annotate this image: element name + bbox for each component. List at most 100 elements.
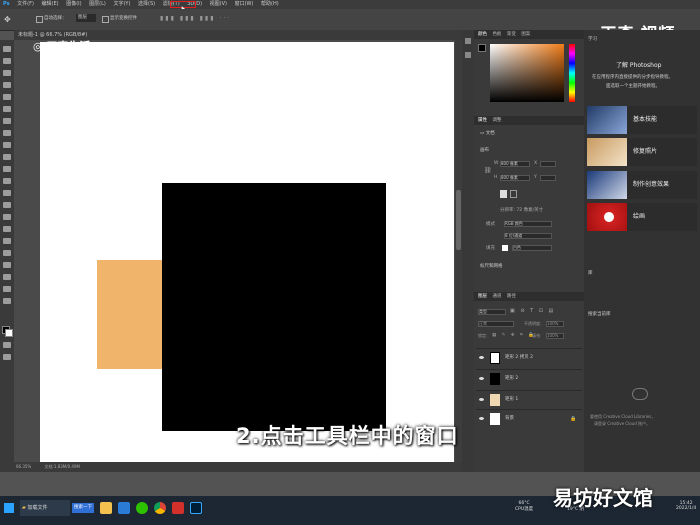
menu-help[interactable]: 帮助(H) [261,0,279,9]
bit-depth-dropdown[interactable]: 8 位/通道 [504,233,552,239]
eye-icon[interactable] [479,417,484,420]
menu-select[interactable]: 选择(S) [138,0,155,9]
layer-select-dropdown[interactable]: 图层 [76,14,96,22]
crop-tool-icon[interactable] [3,94,11,100]
learn-item-fix-photo[interactable]: 修复照片 [587,138,697,166]
tab-color[interactable]: 颜色 [478,32,487,37]
auto-select-checkbox[interactable] [36,16,43,23]
tab-patterns[interactable]: 图案 [521,32,530,37]
tab-adjustments[interactable]: 调整 [492,118,501,123]
windows-start-icon[interactable] [4,503,14,513]
tab-learn[interactable]: 学习 [588,36,597,42]
tab-libraries[interactable]: 库 [588,270,593,276]
mode-dropdown[interactable]: RGB 颜色 [504,221,552,227]
path-select-icon[interactable] [3,250,11,256]
hue-slider[interactable] [569,44,575,102]
tab-layers[interactable]: 图层 [478,294,487,299]
wps-icon[interactable] [172,502,184,514]
vertical-scrollbar[interactable] [455,40,462,472]
layer-row[interactable]: 矩形 2 拷贝 2 [476,348,582,367]
photoshop-taskbar-icon[interactable] [190,502,202,514]
history-brush-icon[interactable] [3,166,11,172]
library-search[interactable]: 搜索当前库 [588,311,611,317]
file-explorer-icon[interactable] [100,502,112,514]
menu-layer[interactable]: 图层(L) [89,0,106,9]
marquee-tool-icon[interactable] [3,58,11,64]
brush-tool-icon[interactable] [3,142,11,148]
zoom-tool-icon[interactable] [3,286,11,292]
menu-image[interactable]: 图像(I) [66,0,81,9]
opacity-field[interactable]: 100% [546,321,564,327]
lock-icons[interactable]: ▦ ✎ ✥ ⌗ 🔒 [492,332,536,338]
magic-wand-icon[interactable] [3,82,11,88]
blend-mode-dropdown[interactable]: 正常 [478,321,514,327]
adjustments-panel-icon[interactable] [465,52,471,58]
move-tool-icon[interactable] [3,46,11,52]
tab-channels[interactable]: 通道 [492,294,501,299]
layer-row[interactable]: 矩形 1 [476,390,582,409]
cc-login-text-2[interactable]: 请登录 Creative Cloud 账户。 [594,421,650,427]
blur-icon[interactable] [3,202,11,208]
height-field[interactable]: 800 像素 [500,175,530,181]
frame-tool-icon[interactable] [3,106,11,112]
eraser-icon[interactable] [3,178,11,184]
learn-item-painting[interactable]: 绘画 [587,203,697,231]
menu-file[interactable]: 文件(F) [17,0,34,9]
menu-type[interactable]: 文字(Y) [113,0,130,9]
clock[interactable]: 15:42 2022/1/4 [676,501,696,511]
align-icons[interactable]: ▮▮▮ ▮▮▮ ▮▮▮ ··· [160,15,231,22]
tab-properties[interactable]: 属性 [478,118,487,123]
show-transform-checkbox[interactable] [102,16,109,23]
width-field[interactable]: 800 像素 [500,161,530,167]
gradient-icon[interactable] [3,190,11,196]
eye-icon[interactable] [479,377,484,380]
dodge-icon[interactable] [3,214,11,220]
quick-mask-icon[interactable] [3,342,11,348]
healing-brush-icon[interactable] [3,130,11,136]
eye-icon[interactable] [479,356,484,359]
rulers-grid-section[interactable]: 标尺和网格 [480,263,503,269]
more-tools-icon[interactable] [3,298,11,304]
chrome-icon[interactable] [154,502,166,514]
learn-item-basic-skills[interactable]: 基本技能 [587,106,697,134]
y-field[interactable] [540,175,556,181]
screen-mode-icon[interactable] [3,354,11,360]
layer-filter-icons[interactable]: ▣ ⊘ T ⊡ ▤ [510,308,555,314]
taskbar-folder-button[interactable]: ▰ 加载文件 [20,500,70,516]
type-tool-icon[interactable] [3,238,11,244]
black-rectangle-layer[interactable] [162,183,386,431]
eyedropper-icon[interactable] [3,118,11,124]
link-icon[interactable]: ⛓ [484,167,492,174]
canvas-section-label[interactable]: 画布 [480,147,489,153]
x-field[interactable] [540,161,556,167]
tab-paths[interactable]: 路径 [507,294,516,299]
clone-stamp-icon[interactable] [3,154,11,160]
fill-opacity-field[interactable]: 100% [546,333,564,339]
menu-ps-icon[interactable]: Ps [3,0,10,9]
pen-tool-icon[interactable] [3,226,11,232]
taskbar-search-button[interactable]: 搜索一下 [72,503,94,513]
fg-color-chip[interactable] [478,44,486,52]
fill-swatch[interactable] [502,245,508,251]
fill-dropdown[interactable]: 白色 [512,245,552,251]
portrait-orientation-icon[interactable] [500,190,507,198]
zoom-level[interactable]: 66.35% [16,464,31,469]
lasso-tool-icon[interactable] [3,70,11,76]
menu-window[interactable]: 窗口(W) [235,0,254,9]
rectangle-tool-icon[interactable] [3,262,11,268]
layer-row[interactable]: 背景 🔒 [476,409,582,428]
menu-edit[interactable]: 编辑(E) [42,0,59,9]
hand-tool-icon[interactable] [3,274,11,280]
security-app-icon[interactable] [118,502,130,514]
tab-gradients[interactable]: 渐变 [507,32,516,37]
doc-info[interactable]: 文档:1.83M/0.49M [45,464,80,469]
history-panel-icon[interactable] [465,38,471,44]
orange-rectangle-layer[interactable] [97,260,163,369]
wechat-icon[interactable] [136,502,148,514]
background-color-swatch[interactable] [5,329,13,337]
move-tool-icon[interactable]: ✥ [4,15,11,24]
layer-row[interactable]: 矩形 2 [476,369,582,388]
menu-view[interactable]: 视图(V) [210,0,227,9]
learn-item-creative-effects[interactable]: 制作创意效果 [587,171,697,199]
eye-icon[interactable] [479,398,484,401]
